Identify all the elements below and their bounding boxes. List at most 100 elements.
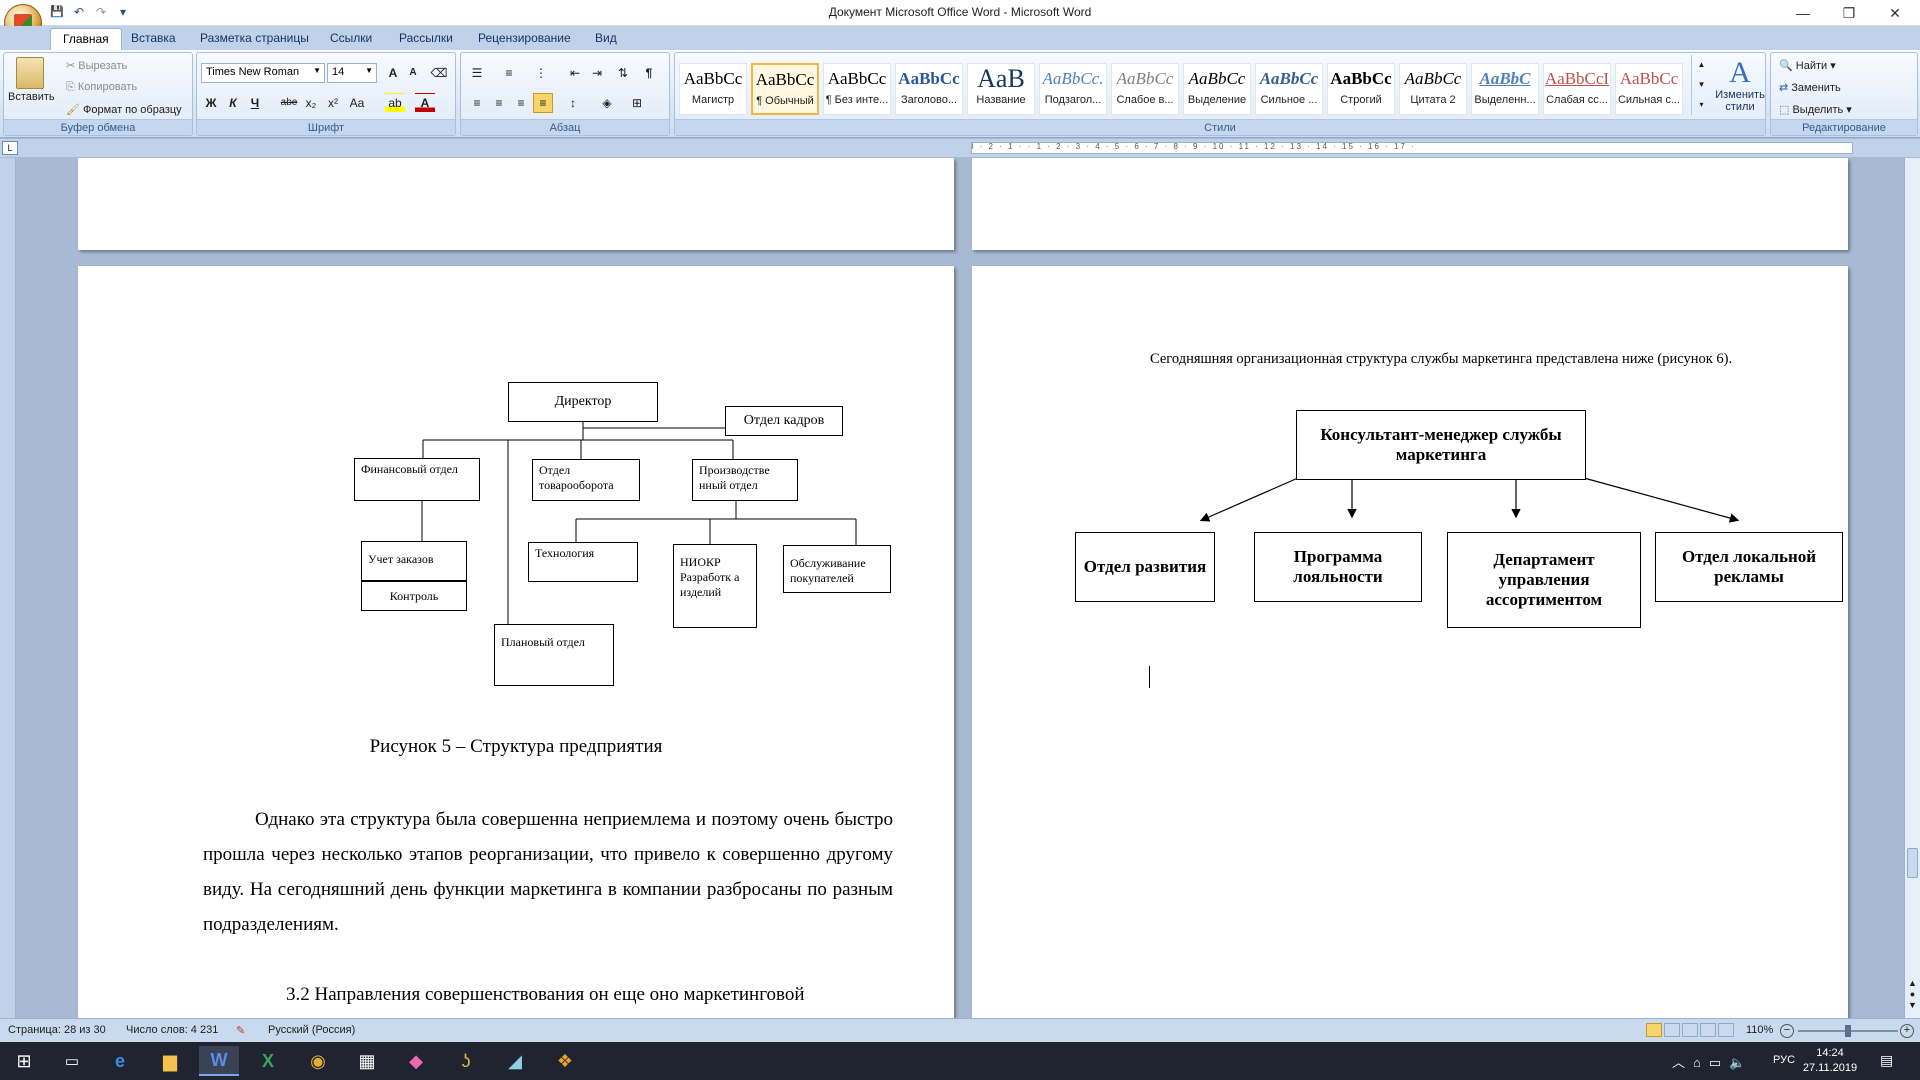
restore-button[interactable]: ❐ bbox=[1826, 0, 1872, 26]
style-6[interactable]: AaBbCc Слабое в... bbox=[1111, 63, 1179, 115]
app-key-icon[interactable]: ʖ bbox=[446, 1046, 486, 1076]
zoom-level[interactable]: 110% bbox=[1746, 1024, 1773, 1036]
tab-insert[interactable]: Вставка bbox=[119, 28, 188, 50]
replace-button[interactable]: ⇄ Заменить bbox=[1779, 81, 1841, 94]
language-indicator[interactable]: Русский (Россия) bbox=[268, 1024, 355, 1036]
align-center-icon[interactable]: ≡ bbox=[489, 93, 509, 113]
customize-qat-icon[interactable]: ▾ bbox=[114, 5, 132, 21]
borders-icon[interactable]: ⊞ bbox=[627, 93, 647, 113]
decrease-indent-icon[interactable]: ⇤ bbox=[565, 63, 585, 83]
clear-format-icon[interactable]: ⌫ bbox=[429, 63, 449, 83]
shading-icon[interactable]: ◈ bbox=[597, 93, 617, 113]
web-layout-icon[interactable] bbox=[1682, 1023, 1698, 1037]
print-layout-icon[interactable] bbox=[1646, 1023, 1662, 1037]
bullets-icon[interactable]: ☰ bbox=[467, 63, 487, 83]
style-13[interactable]: AaBbCc Сильная с... bbox=[1615, 63, 1683, 115]
select-button[interactable]: ⬚ Выделить ▾ bbox=[1779, 103, 1852, 116]
numbering-icon[interactable]: ≡ bbox=[499, 63, 519, 83]
tab-references[interactable]: Ссылки bbox=[318, 28, 384, 50]
style-10[interactable]: AaBbCc Цитата 2 bbox=[1399, 63, 1467, 115]
paint-icon[interactable]: ◆ bbox=[396, 1046, 436, 1076]
vertical-ruler[interactable] bbox=[0, 158, 16, 1018]
font-family-combo[interactable]: Times New Roman ▼ bbox=[201, 63, 325, 83]
font-size-combo[interactable]: 14 ▼ bbox=[327, 63, 377, 83]
word-taskbar-icon[interactable]: W bbox=[199, 1046, 239, 1076]
notifications-icon[interactable]: ▤ bbox=[1880, 1052, 1893, 1069]
spellcheck-icon[interactable]: ✎ bbox=[236, 1024, 245, 1037]
highlight-icon[interactable]: ab bbox=[385, 93, 405, 113]
style-5[interactable]: AaBbCc. Подзагол... bbox=[1039, 63, 1107, 115]
change-case-button[interactable]: Aa bbox=[347, 93, 367, 113]
tab-view[interactable]: Вид bbox=[583, 28, 629, 50]
style-0[interactable]: AaBbCc Магистр bbox=[679, 63, 747, 115]
calculator-icon[interactable]: ▦ bbox=[347, 1046, 387, 1076]
input-language[interactable]: РУС bbox=[1773, 1054, 1795, 1066]
subscript-button[interactable]: x₂ bbox=[301, 93, 321, 113]
change-styles-button[interactable]: A Изменить стили bbox=[1715, 57, 1765, 114]
style-8[interactable]: AaBbCc Сильное ... bbox=[1255, 63, 1323, 115]
line-spacing-icon[interactable]: ↕ bbox=[563, 93, 583, 113]
style-7[interactable]: AaBbCc Выделение bbox=[1183, 63, 1251, 115]
shrink-font-button[interactable]: A bbox=[403, 63, 423, 83]
align-right-icon[interactable]: ≡ bbox=[511, 93, 531, 113]
zoom-in-icon[interactable]: + bbox=[1900, 1024, 1914, 1038]
tab-mailings[interactable]: Рассылки bbox=[387, 28, 465, 50]
tray-icons[interactable]: ︿⌂▭🔈 bbox=[1672, 1052, 1753, 1071]
full-screen-reading-icon[interactable] bbox=[1664, 1023, 1680, 1037]
style-12[interactable]: AaBbCcI Слабая сс... bbox=[1543, 63, 1611, 115]
windows-start-icon[interactable]: ⊞ bbox=[4, 1046, 44, 1076]
justify-icon[interactable]: ≡ bbox=[533, 93, 553, 113]
format-painter-button[interactable]: 🖌 Формат по образцу bbox=[66, 103, 182, 116]
style-9[interactable]: AaBbCc Строгий bbox=[1327, 63, 1395, 115]
align-left-icon[interactable]: ≡ bbox=[467, 93, 487, 113]
paste-button[interactable]: Вставить bbox=[8, 57, 55, 103]
redo-icon[interactable]: ↷ bbox=[92, 5, 110, 21]
copy-button[interactable]: ⎘ Копировать bbox=[66, 81, 137, 94]
draft-icon[interactable] bbox=[1718, 1023, 1734, 1037]
vertical-scrollbar[interactable]: ▲ ● ▼ bbox=[1904, 158, 1920, 1018]
excel-icon[interactable]: X bbox=[248, 1046, 288, 1076]
show-formatting-button[interactable]: ¶ bbox=[639, 63, 659, 83]
file-explorer-icon[interactable]: ▆ bbox=[150, 1046, 190, 1076]
bold-button[interactable]: Ж bbox=[201, 93, 221, 113]
scroll-thumb[interactable] bbox=[1907, 848, 1918, 878]
grow-font-button[interactable]: A bbox=[383, 63, 403, 83]
italic-button[interactable]: К bbox=[223, 93, 243, 113]
page-count[interactable]: Страница: 28 из 30 bbox=[8, 1024, 106, 1036]
styles-scroll[interactable]: ▲ ▼ ▾ bbox=[1691, 55, 1711, 115]
clock[interactable]: 14:24 27.11.2019 bbox=[1800, 1046, 1860, 1076]
chrome-icon[interactable]: ◉ bbox=[298, 1046, 338, 1076]
style-3[interactable]: AaBbCc Заголово... bbox=[895, 63, 963, 115]
superscript-button[interactable]: x² bbox=[323, 93, 343, 113]
zoom-slider-thumb[interactable] bbox=[1845, 1025, 1851, 1037]
document-page-left[interactable]: Директор Отдел кадров Финансовый отдел О… bbox=[78, 266, 954, 1026]
cut-button[interactable]: ✂ Вырезать bbox=[66, 59, 127, 72]
strikethrough-button[interactable]: abe bbox=[279, 93, 299, 113]
style-1[interactable]: AaBbCc ¶ Обычный bbox=[751, 63, 819, 115]
style-11[interactable]: AaBbC Выделенн... bbox=[1471, 63, 1539, 115]
zoom-out-icon[interactable]: − bbox=[1780, 1024, 1794, 1038]
save-icon[interactable]: 💾 bbox=[48, 5, 66, 21]
task-view-icon[interactable]: ▭ bbox=[52, 1046, 92, 1076]
undo-icon[interactable]: ↶ bbox=[70, 5, 88, 21]
document-page-right[interactable]: Сегодняшняя организационная структура сл… bbox=[972, 266, 1848, 1026]
horizontal-ruler[interactable]: 3 · 2 · 1 · · 1 · 2 · 3 · 4 · 5 · 6 · 7 … bbox=[971, 142, 1853, 154]
tab-review[interactable]: Рецензирование bbox=[466, 28, 583, 50]
word-count[interactable]: Число слов: 4 231 bbox=[126, 1024, 218, 1036]
find-button[interactable]: 🔍 Найти ▾ bbox=[1779, 59, 1836, 72]
tab-selector-icon[interactable]: L bbox=[2, 141, 18, 155]
style-2[interactable]: AaBbCc ¶ Без инте... bbox=[823, 63, 891, 115]
app-settings-icon[interactable]: ❖ bbox=[545, 1046, 585, 1076]
outline-icon[interactable] bbox=[1700, 1023, 1716, 1037]
tab-page-layout[interactable]: Разметка страницы bbox=[188, 28, 321, 50]
font-color-button[interactable]: A bbox=[415, 93, 435, 113]
style-4[interactable]: AaB Название bbox=[967, 63, 1035, 115]
tab-home[interactable]: Главная bbox=[50, 28, 122, 50]
close-button[interactable]: ✕ bbox=[1872, 0, 1918, 26]
minimize-button[interactable]: — bbox=[1780, 0, 1826, 26]
sort-icon[interactable]: ⇅ bbox=[613, 63, 633, 83]
browse-object-icons[interactable]: ▲ ● ▼ bbox=[1907, 978, 1918, 1011]
multilevel-list-icon[interactable]: ⋮ bbox=[531, 63, 551, 83]
edge-icon[interactable]: e bbox=[100, 1046, 140, 1076]
underline-button[interactable]: Ч bbox=[245, 93, 265, 113]
